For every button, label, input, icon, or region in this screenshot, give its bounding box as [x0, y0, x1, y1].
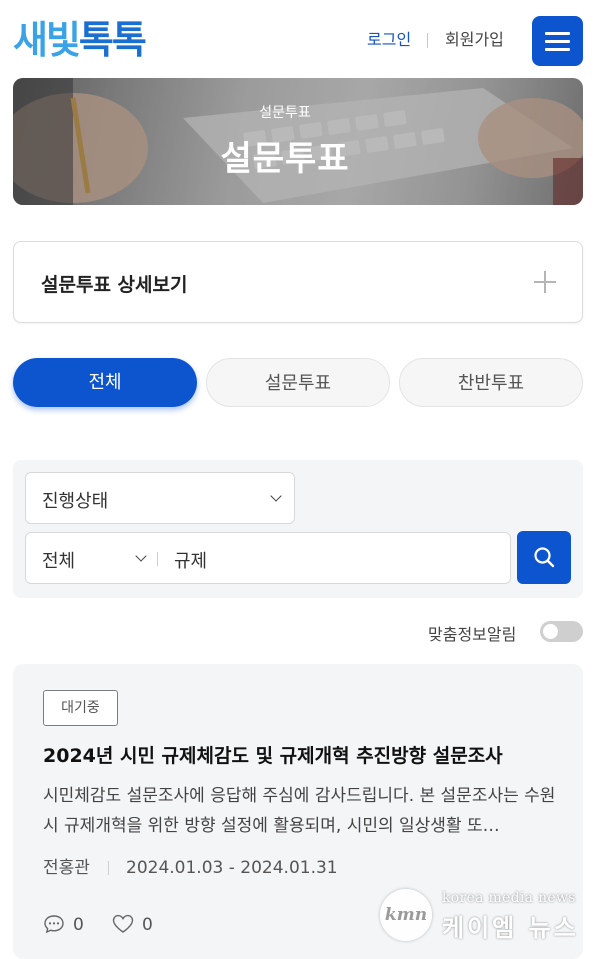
plus-icon[interactable] — [534, 271, 556, 293]
survey-author: 전홍관 — [43, 858, 90, 878]
status-select-value: 진행상태 — [42, 491, 109, 512]
search-input[interactable]: 규제 — [174, 547, 207, 573]
watermark-korean: 케이엠 뉴스 — [442, 914, 579, 942]
custom-alert-toggle[interactable] — [540, 621, 583, 642]
page-title: 설문투표 — [220, 139, 350, 179]
detail-accordion[interactable]: 설문투표 상세보기 — [13, 241, 583, 323]
banner-subtitle: 설문투표 — [259, 105, 311, 121]
login-link[interactable]: 로그인 — [367, 29, 411, 51]
signup-link[interactable]: 회원가입 — [445, 29, 504, 51]
heart-icon[interactable] — [111, 913, 135, 935]
meta-divider — [108, 861, 109, 875]
survey-title[interactable]: 2024년 시민 규제체감도 및 규제개혁 추진방향 설문조사 — [43, 742, 563, 770]
comment-icon[interactable] — [43, 913, 65, 935]
toggle-knob — [543, 624, 558, 639]
survey-period: 2024.01.03 - 2024.01.31 — [126, 858, 338, 878]
hamburger-line — [545, 40, 570, 43]
hamburger-menu-button[interactable] — [532, 16, 583, 66]
hamburger-menu-icon — [545, 32, 570, 35]
custom-alert-label: 맞춤정보알림 — [428, 625, 517, 644]
status-select[interactable]: 진행상태 — [25, 472, 295, 524]
scope-select[interactable]: 전체 — [42, 547, 75, 573]
search-divider — [157, 552, 158, 566]
survey-description: 시민체감도 설문조사에 응답해 주심에 감사드립니다. 본 설문조사는 수원시 … — [43, 786, 556, 836]
site-logo[interactable]: 새빛톡톡 — [13, 14, 147, 66]
search-bar: 전체 규제 — [25, 532, 511, 584]
logo-part-2: 톡톡 — [78, 18, 147, 62]
watermark-logo: kmn — [380, 889, 432, 941]
site-header: 새빛톡톡 로그인 회원가입 — [0, 0, 600, 80]
hamburger-line — [545, 48, 570, 51]
tab-poll[interactable]: 찬반투표 — [399, 358, 583, 407]
chevron-down-icon — [270, 490, 282, 502]
watermark-english: korea media news — [442, 890, 576, 906]
chevron-down-icon — [135, 550, 147, 562]
tab-survey[interactable]: 설문투표 — [206, 358, 390, 407]
like-count: 0 — [142, 915, 153, 935]
status-badge: 대기중 — [43, 690, 118, 726]
header-divider — [427, 33, 428, 48]
detail-label: 설문투표 상세보기 — [41, 274, 188, 296]
comment-count: 0 — [73, 915, 84, 935]
logo-part-1: 새빛 — [13, 18, 81, 62]
search-icon — [534, 547, 555, 568]
search-button[interactable] — [517, 531, 571, 584]
tab-all[interactable]: 전체 — [13, 358, 197, 407]
